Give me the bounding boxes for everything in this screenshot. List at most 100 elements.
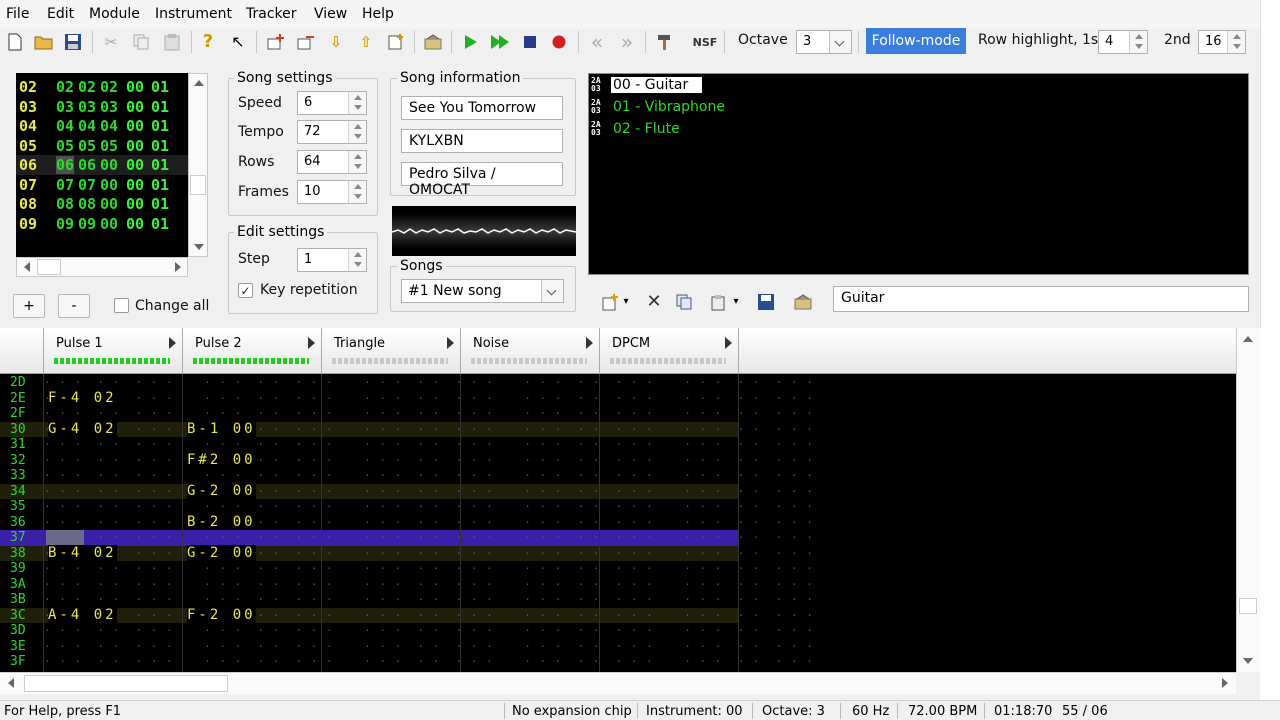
frame-cell[interactable]: 03 — [78, 98, 96, 116]
stop-icon[interactable] — [518, 30, 542, 54]
frame-cell[interactable]: 00 — [126, 98, 144, 116]
nsf-export-icon[interactable]: NSF — [690, 30, 720, 54]
spinner-arrows-icon[interactable] — [348, 151, 366, 173]
scroll-right-icon[interactable] — [175, 262, 181, 272]
instrument-list[interactable]: 2A 03 00 - Guitar 2A 03 01 - Vibraphone 2A 03 02… — [588, 73, 1249, 275]
frame-cell[interactable]: 02 — [100, 78, 118, 96]
frame-row[interactable]: 04 04 04 04 00 01 — [16, 116, 188, 136]
move-frame-up-icon[interactable]: ⇧ — [354, 30, 378, 54]
save-instrument-icon[interactable] — [754, 290, 778, 314]
row-highlight-second-spinner[interactable]: 16 — [1198, 30, 1246, 54]
frame-cell[interactable]: 05 — [56, 137, 74, 155]
frame-cell[interactable]: 01 — [151, 137, 169, 155]
spinner-arrows-icon[interactable] — [348, 181, 366, 203]
frame-cell[interactable]: 00 — [100, 156, 118, 174]
frame-cell[interactable]: 02 — [56, 78, 74, 96]
pattern-editor[interactable]: 2D . . . . . . . . . . . . . . . . . . . … — [0, 328, 1260, 672]
spinner-arrows-icon[interactable] — [1129, 31, 1147, 53]
frame-cell[interactable]: 00 — [100, 215, 118, 233]
menu-instrument[interactable]: Instrument — [155, 6, 232, 22]
scroll-down-icon[interactable] — [1243, 658, 1253, 664]
scroll-thumb[interactable] — [190, 175, 206, 195]
remove-frame-icon[interactable] — [294, 30, 318, 54]
paste-icon[interactable] — [160, 30, 184, 54]
scroll-thumb[interactable] — [37, 259, 61, 275]
frame-row[interactable]: 06 06 06 00 00 01 — [16, 155, 188, 175]
frame-cell[interactable]: 02 — [78, 78, 96, 96]
row-highlight-first-spinner[interactable]: 4 — [1098, 30, 1148, 54]
frame-cell[interactable]: 09 — [56, 215, 74, 233]
change-all-checkbox[interactable] — [114, 298, 129, 313]
chevron-down-icon[interactable] — [541, 280, 563, 302]
expand-arrow-icon[interactable] — [447, 337, 454, 349]
instrument-item[interactable]: 2A 03 01 - Vibraphone — [591, 98, 1280, 118]
expand-arrow-icon[interactable] — [586, 337, 593, 349]
frames-spinner[interactable]: 10 — [297, 180, 367, 204]
channel-dpcm[interactable]: DPCM — [599, 328, 738, 374]
frame-cell[interactable]: 06 — [78, 156, 96, 174]
window-vertical-scrollbar[interactable] — [1260, 0, 1280, 328]
settings-hammer-icon[interactable] — [652, 30, 676, 54]
pattern-row[interactable]: 3F . . . . . . . . . . . . . . . . . . . … — [0, 652, 813, 670]
frame-cell[interactable]: 01 — [151, 156, 169, 174]
frame-cell[interactable]: 05 — [100, 137, 118, 155]
menu-file[interactable]: File — [6, 6, 29, 22]
frame-cell[interactable]: 09 — [78, 215, 96, 233]
frame-cell[interactable]: 08 — [78, 195, 96, 213]
module-properties-icon[interactable] — [421, 30, 445, 54]
speed-spinner[interactable]: 6 — [297, 91, 367, 115]
chevron-down-icon[interactable] — [829, 31, 851, 53]
follow-mode-button[interactable]: Follow-mode — [866, 28, 966, 54]
chevron-down-icon[interactable]: ▾ — [730, 290, 742, 314]
pattern-horizontal-scrollbar[interactable] — [0, 672, 1236, 694]
insert-frame-icon[interactable] — [264, 30, 288, 54]
frame-cell[interactable]: 00 — [126, 195, 144, 213]
frame-cell[interactable]: 01 — [151, 98, 169, 116]
spinner-arrows-icon[interactable] — [348, 121, 366, 143]
frame-cell[interactable]: 08 — [56, 195, 74, 213]
new-file-icon[interactable] — [3, 30, 27, 54]
song-name-field[interactable]: See You Tomorrow — [401, 96, 563, 120]
frame-cell[interactable]: 04 — [56, 117, 74, 135]
frame-cell[interactable]: 00 — [100, 176, 118, 194]
remove-instrument-icon[interactable]: ✕ — [642, 290, 666, 314]
key-repetition-checkbox[interactable]: ✓ — [238, 283, 253, 298]
frame-cell[interactable]: 03 — [56, 98, 74, 116]
frame-cell[interactable]: 01 — [151, 215, 169, 233]
rows-spinner[interactable]: 64 — [297, 150, 367, 174]
channel-pulse-2[interactable]: Pulse 2 — [182, 328, 321, 374]
frame-cell[interactable]: 00 — [126, 137, 144, 155]
scroll-up-icon[interactable] — [1243, 336, 1253, 342]
frame-cell[interactable]: 00 — [126, 117, 144, 135]
expand-arrow-icon[interactable] — [725, 337, 732, 349]
frame-cell[interactable]: 00 — [126, 176, 144, 194]
play-icon[interactable] — [458, 30, 482, 54]
channel-noise[interactable]: Noise — [460, 328, 599, 374]
tempo-spinner[interactable]: 72 — [297, 120, 367, 144]
pattern-vertical-scrollbar[interactable] — [1236, 328, 1260, 672]
frame-cell[interactable]: 07 — [56, 176, 74, 194]
channel-triangle[interactable]: Triangle — [321, 328, 460, 374]
frame-cell[interactable]: 00 — [126, 215, 144, 233]
scroll-up-icon[interactable] — [194, 80, 204, 86]
scroll-thumb[interactable] — [24, 675, 228, 692]
frame-row[interactable]: 07 07 07 00 00 01 — [16, 175, 188, 195]
edit-instrument-icon[interactable] — [791, 290, 815, 314]
menu-view[interactable]: View — [314, 6, 347, 22]
frame-cell[interactable]: 06 — [56, 156, 75, 174]
scroll-left-icon[interactable] — [8, 678, 14, 688]
menu-tracker[interactable]: Tracker — [246, 6, 297, 22]
frame-row[interactable]: 03 03 03 03 00 01 — [16, 97, 188, 117]
frame-row[interactable]: 05 05 05 05 00 01 — [16, 136, 188, 156]
chevron-down-icon[interactable]: ▾ — [620, 290, 632, 314]
frame-row[interactable]: 09 09 09 00 00 01 — [16, 214, 188, 234]
load-instrument-icon[interactable] — [706, 290, 730, 314]
song-select-dropdown[interactable]: #1 New song — [401, 279, 564, 303]
frame-cell[interactable]: 01 — [151, 117, 169, 135]
frame-row[interactable]: 02 02 02 02 00 01 — [16, 77, 188, 97]
spinner-arrows-icon[interactable] — [1227, 31, 1245, 53]
open-folder-icon[interactable] — [32, 30, 56, 54]
instrument-item[interactable]: 2A 03 02 - Flute — [591, 120, 1280, 140]
frame-cell[interactable]: 04 — [100, 117, 118, 135]
spinner-arrows-icon[interactable] — [348, 249, 366, 271]
